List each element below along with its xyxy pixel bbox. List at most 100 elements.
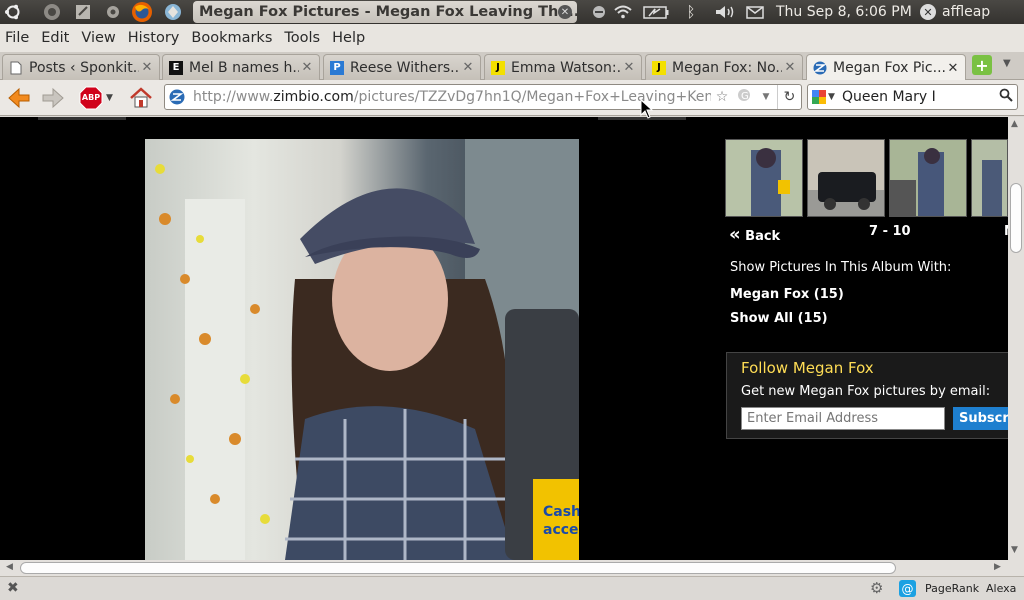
url-path: /pictures/TZZvDg7hn1Q/Megan+Fox+Leaving+… [353,89,711,105]
menu-bookmarks[interactable]: Bookmarks [191,30,272,46]
user-menu[interactable]: ✕ affleap [920,0,990,24]
thumbnail-4[interactable] [971,139,1008,217]
url-text[interactable]: http://www.zimbio.com/pictures/TZZvDg7hn… [189,89,711,105]
gear-icon[interactable] [101,0,125,24]
menubar: File Edit View History Bookmarks Tools H… [0,24,1024,52]
adblock-button[interactable]: ABP ▼ [77,84,115,112]
menu-help[interactable]: Help [332,30,365,46]
tab-close-icon[interactable]: ✕ [945,61,961,76]
user-name: affleap [942,4,991,20]
zimbio-icon [813,61,827,75]
status-bar: ✖ ⚙ @ PageRank Alexa [0,576,1024,600]
volume-icon[interactable] [708,5,742,19]
forward-arrow-icon[interactable] [38,84,68,112]
thumbnail-strip [725,139,1008,217]
thumbnail-3[interactable] [889,139,967,217]
menu-history[interactable]: History [128,30,180,46]
tab-close-icon[interactable]: ✕ [139,60,155,75]
home-icon[interactable] [126,84,156,112]
ubuntu-logo-icon[interactable] [3,0,23,24]
zimbio-site-icon[interactable] [165,85,189,109]
tab-label: Reese Withers... [350,59,460,76]
j-yellow-icon: J [491,60,505,75]
alexa-label[interactable]: Alexa [986,582,1016,595]
horizontal-scroll-thumb[interactable] [20,562,896,574]
page-content: Cash acce « Back 7 - 10 N Show Pictures … [0,117,1008,560]
back-link-label: Back [745,229,781,244]
svg-text:G: G [741,91,749,102]
scroll-right-icon[interactable]: ▶ [994,562,1001,572]
divider [38,117,126,120]
firefox-icon[interactable] [129,0,155,24]
at-sign-icon[interactable]: @ [899,580,916,597]
gear-icon[interactable]: ⚙ [870,579,883,597]
tab-close-icon[interactable]: ✕ [621,60,637,75]
menu-edit[interactable]: Edit [41,30,69,46]
tab-list-arrow-icon[interactable]: ▼ [1003,58,1011,69]
scroll-left-icon[interactable]: ◀ [6,562,13,572]
double-chevron-left-icon: « [729,224,741,245]
vertical-scroll-thumb[interactable] [1010,183,1022,253]
menu-tools[interactable]: Tools [284,30,320,46]
mail-icon[interactable] [742,5,768,19]
thumbnail-2[interactable] [807,139,885,217]
tab-megan-fox-pictures[interactable]: Megan Fox Pic... ✕ [806,54,966,81]
back-arrow-icon[interactable] [4,84,34,112]
main-photo[interactable]: Cash acce [145,139,579,560]
e-black-icon: E [169,60,183,75]
search-icon[interactable] [995,88,1017,106]
tab-mel-b[interactable]: E Mel B names h... ✕ [162,54,320,80]
google-g-icon[interactable]: G [733,88,755,106]
url-bar[interactable]: http://www.zimbio.com/pictures/TZZvDg7hn… [164,84,802,110]
app-launcher-icon[interactable] [160,0,186,24]
tab-label: Emma Watson:... [511,59,621,76]
close-findbar-icon[interactable]: ✖ [7,580,19,596]
reload-icon[interactable]: ↻ [777,85,801,109]
subscribe-button[interactable]: Subscribe [953,407,1008,430]
new-tab-icon[interactable]: + [972,55,992,75]
vertical-scrollbar[interactable]: ▲ ▼ [1008,117,1024,560]
bookmark-star-icon[interactable]: ☆ [711,89,733,105]
bluetooth-icon[interactable]: ᛒ [674,3,708,21]
url-domain: zimbio.com [273,89,354,105]
tab-close-icon[interactable]: ✕ [460,60,476,75]
chevron-down-icon[interactable]: ▼ [106,93,113,103]
google-search-engine-icon[interactable]: ▼ [808,90,838,104]
url-history-dropdown-icon[interactable]: ▼ [755,92,777,102]
battery-icon[interactable] [638,5,674,19]
tab-posts[interactable]: Posts ‹ Sponkit... ✕ [2,54,160,80]
back-link[interactable]: « Back [729,224,780,245]
wifi-icon[interactable] [608,5,638,19]
scroll-up-icon[interactable]: ▲ [1011,119,1018,129]
range-indicator: 7 - 10 [869,224,911,239]
tab-close-icon[interactable]: ✕ [299,60,315,75]
window-title-text: Megan Fox Pictures - Megan Fox Leaving T… [199,4,577,20]
text-editor-icon[interactable] [71,0,95,24]
follow-box: Follow Megan Fox Get new Megan Fox pictu… [726,352,1008,439]
p-blue-icon: P [330,60,344,75]
close-window-icon[interactable]: ✕ [558,5,572,19]
system-settings-icon[interactable] [40,0,64,24]
thumbnail-1[interactable] [725,139,803,217]
user-status-icon: ✕ [920,4,936,20]
menu-file[interactable]: File [5,30,29,46]
email-field[interactable] [741,407,945,430]
album-link-show-all[interactable]: Show All (15) [730,311,828,326]
tab-reese[interactable]: P Reese Withers... ✕ [323,54,481,80]
tab-emma[interactable]: J Emma Watson:... ✕ [484,54,642,80]
document-icon [9,61,23,75]
menu-view[interactable]: View [81,30,115,46]
horizontal-scrollbar[interactable]: ◀ ▶ [0,560,1008,576]
scroll-down-icon[interactable]: ▼ [1011,545,1018,555]
pagerank-label[interactable]: PageRank [925,582,979,595]
search-bar[interactable]: ▼ Queen Mary I [807,84,1018,110]
chevron-down-icon: ▼ [828,92,835,102]
tab-bar: Posts ‹ Sponkit... ✕ E Mel B names h... … [0,52,1024,81]
album-link-megan-fox[interactable]: Megan Fox (15) [730,287,844,302]
window-title: Megan Fox Pictures - Megan Fox Leaving T… [193,1,577,23]
clock[interactable]: Thu Sep 8, 6:06 PM [776,0,912,24]
tab-megan-fox-no[interactable]: J Megan Fox: No... ✕ [645,54,803,80]
messaging-icon[interactable] [590,5,608,19]
search-input[interactable]: Queen Mary I [838,89,995,105]
tab-close-icon[interactable]: ✕ [782,60,798,75]
